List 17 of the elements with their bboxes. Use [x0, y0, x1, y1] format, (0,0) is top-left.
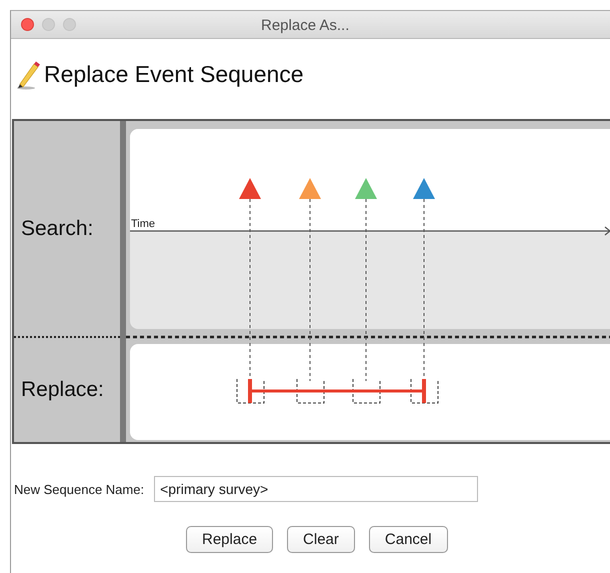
dashed-bracket	[352, 378, 380, 404]
dashed-bracket	[410, 378, 438, 404]
dialog-button[interactable]: Cancel	[368, 526, 448, 553]
window-title: Replace As...	[261, 17, 350, 34]
close-button[interactable]	[21, 18, 34, 31]
dashed-bracket	[296, 378, 324, 404]
row-label: Search:	[21, 216, 94, 240]
field-label: New Sequence Name:	[14, 482, 144, 496]
name-field[interactable]: <primary survey>	[154, 476, 478, 502]
dashed-bracket	[236, 378, 264, 404]
dialog-heading: Replace Event Sequence	[44, 60, 304, 88]
dialog-button[interactable]: Replace	[186, 526, 274, 553]
zoom-button[interactable]	[63, 18, 76, 31]
axis-label: Time	[131, 218, 156, 230]
row-label: Replace:	[21, 378, 104, 402]
dialog-button[interactable]: Clear	[287, 526, 355, 553]
minimize-button[interactable]	[42, 18, 55, 31]
